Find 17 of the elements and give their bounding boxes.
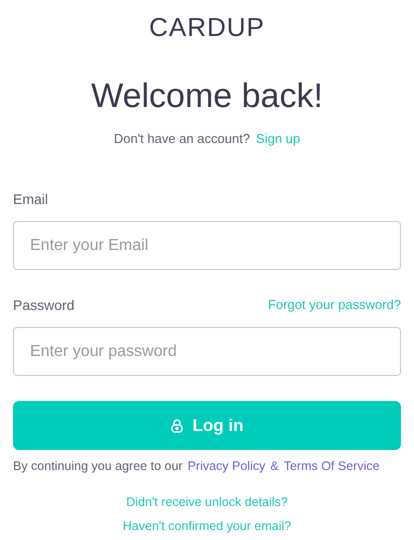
ampersand: &	[270, 458, 279, 474]
field-label: Email	[13, 190, 48, 208]
privacy-policy-link[interactable]: Privacy Policy	[188, 458, 266, 474]
terms-of-service-link[interactable]: Terms Of Service	[284, 458, 380, 474]
lock-icon	[170, 418, 182, 432]
signup-link[interactable]: Sign up	[256, 131, 300, 147]
forgot-password-link[interactable]: Forgot your password?	[268, 295, 401, 315]
password-field[interactable]: Enter your password	[13, 327, 401, 376]
email-field[interactable]: Enter your Email	[13, 221, 401, 270]
page-title: Welcome back!	[90, 76, 324, 116]
logo: CARDUP	[149, 12, 265, 44]
login-button[interactable]: Log in	[13, 401, 401, 450]
help-link[interactable]: Haven't confirmed your email?	[122, 518, 292, 534]
field-label: Password	[13, 296, 74, 314]
help-link[interactable]: Didn't receive unlock details?	[126, 494, 288, 510]
signup-prompt: Don't have an account?	[114, 131, 250, 147]
terms-text: By continuing you agree to our	[13, 458, 183, 474]
